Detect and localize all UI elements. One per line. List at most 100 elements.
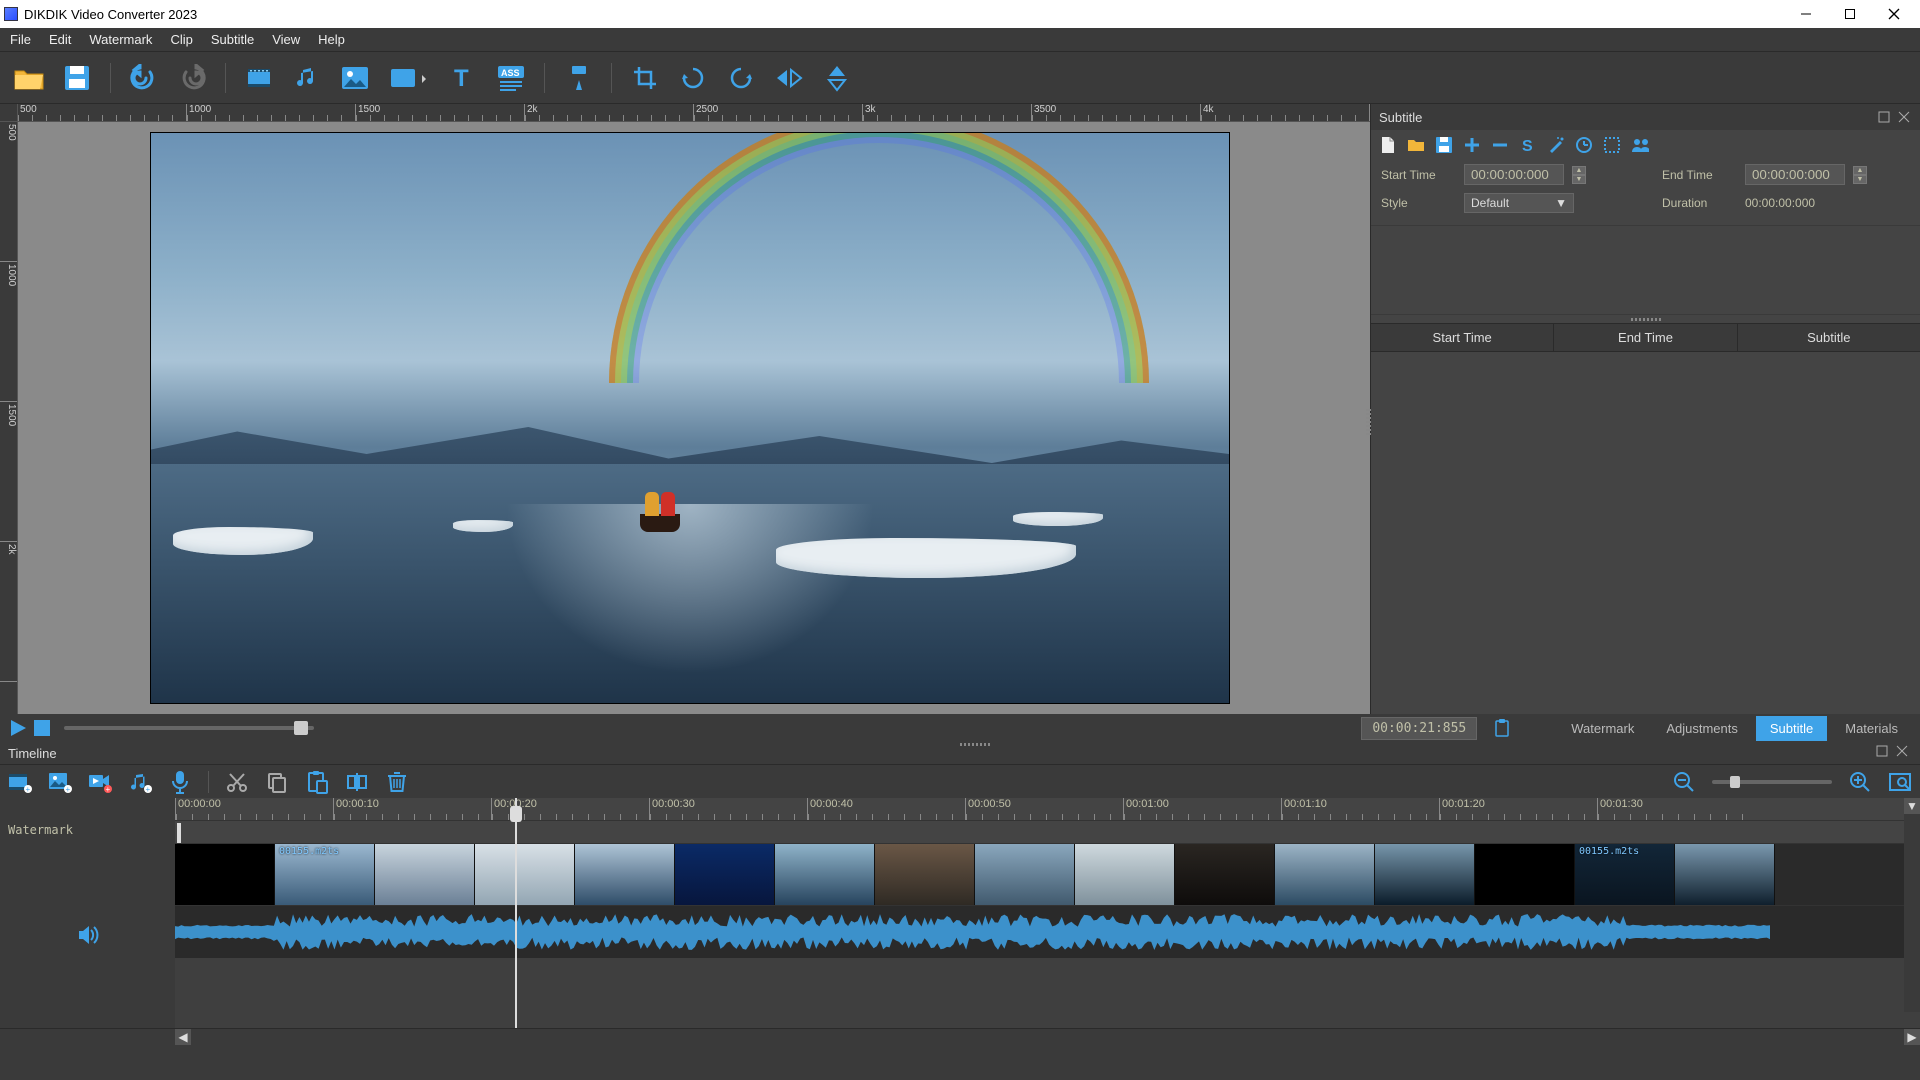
- text-icon[interactable]: T: [446, 61, 480, 95]
- tab-materials[interactable]: Materials: [1831, 716, 1912, 741]
- video-track[interactable]: 00155.m2ts00155.m2ts: [175, 844, 1920, 906]
- timeline-hscroll[interactable]: ◀ ▶: [0, 1028, 1920, 1044]
- panel-close-icon[interactable]: [1896, 109, 1912, 125]
- panel-popout-icon[interactable]: [1876, 109, 1892, 125]
- playhead[interactable]: [515, 798, 517, 1028]
- delete-icon[interactable]: [385, 770, 409, 794]
- image-icon[interactable]: [338, 61, 372, 95]
- video-preview[interactable]: [150, 132, 1230, 704]
- cut-icon[interactable]: [225, 770, 249, 794]
- menu-watermark[interactable]: Watermark: [89, 32, 152, 47]
- crop-icon[interactable]: [628, 61, 662, 95]
- paint-format-icon[interactable]: [561, 61, 595, 95]
- rotate-right-icon[interactable]: [724, 61, 758, 95]
- video-thumbnail[interactable]: [1175, 844, 1275, 905]
- open-folder-icon[interactable]: [12, 61, 46, 95]
- audio-add-icon[interactable]: +: [128, 770, 152, 794]
- video-thumbnail[interactable]: [775, 844, 875, 905]
- end-time-spinner[interactable]: ▲▼: [1853, 166, 1867, 184]
- video-thumbnail[interactable]: [1675, 844, 1775, 905]
- clock-icon[interactable]: [1575, 136, 1593, 154]
- image-add-icon[interactable]: +: [48, 770, 72, 794]
- split-icon[interactable]: [345, 770, 369, 794]
- play-button[interactable]: [8, 718, 28, 738]
- subtitle-table-body[interactable]: [1371, 352, 1920, 714]
- watermark-track[interactable]: [175, 820, 1920, 844]
- panel-resize-grip[interactable]: [1366, 409, 1371, 435]
- menu-help[interactable]: Help: [318, 32, 345, 47]
- zoom-in-icon[interactable]: [1848, 770, 1872, 794]
- rectangle-icon[interactable]: [386, 61, 432, 95]
- video-thumbnail[interactable]: [675, 844, 775, 905]
- seek-slider[interactable]: [64, 726, 314, 730]
- close-button[interactable]: [1872, 0, 1916, 28]
- wand-icon[interactable]: [1547, 136, 1565, 154]
- flip-h-icon[interactable]: [772, 61, 806, 95]
- video-add-icon[interactable]: +: [88, 770, 112, 794]
- subtitle-text-area[interactable]: [1371, 225, 1920, 315]
- tab-adjustments[interactable]: Adjustments: [1652, 716, 1752, 741]
- film-icon[interactable]: [242, 61, 276, 95]
- menu-edit[interactable]: Edit: [49, 32, 71, 47]
- video-thumbnail[interactable]: [175, 844, 275, 905]
- s-style-icon[interactable]: S: [1519, 136, 1537, 154]
- col-subtitle[interactable]: Subtitle: [1738, 324, 1920, 351]
- add-icon[interactable]: [1463, 136, 1481, 154]
- end-time-input[interactable]: [1745, 164, 1845, 185]
- group-icon[interactable]: [1631, 136, 1649, 154]
- undo-icon[interactable]: [127, 61, 161, 95]
- audio-mute-icon[interactable]: [0, 842, 175, 1028]
- menu-subtitle[interactable]: Subtitle: [211, 32, 254, 47]
- style-select[interactable]: Default▼: [1464, 193, 1574, 213]
- maximize-button[interactable]: [1828, 0, 1872, 28]
- preview-area[interactable]: 500 1000 1500 2k 2500 3k 3500 4k 500 100…: [0, 104, 1370, 714]
- scroll-right-icon[interactable]: ▶: [1904, 1029, 1920, 1045]
- subtitle-splitter[interactable]: [1371, 315, 1920, 323]
- film-add-icon[interactable]: +: [8, 770, 32, 794]
- video-thumbnail[interactable]: [475, 844, 575, 905]
- zoom-slider[interactable]: [1712, 780, 1832, 784]
- tab-subtitle[interactable]: Subtitle: [1756, 716, 1827, 741]
- selection-icon[interactable]: [1603, 136, 1621, 154]
- music-icon[interactable]: [290, 61, 324, 95]
- video-thumbnail[interactable]: 00155.m2ts: [1575, 844, 1675, 905]
- ass-subtitle-icon[interactable]: ASS: [494, 61, 528, 95]
- rotate-left-icon[interactable]: [676, 61, 710, 95]
- open-folder-icon[interactable]: [1407, 136, 1425, 154]
- start-time-spinner[interactable]: ▲▼: [1572, 166, 1586, 184]
- menu-view[interactable]: View: [272, 32, 300, 47]
- copy-icon[interactable]: [265, 770, 289, 794]
- timeline-popout-icon[interactable]: [1876, 745, 1892, 761]
- video-thumbnail[interactable]: [875, 844, 975, 905]
- video-thumbnail[interactable]: [1475, 844, 1575, 905]
- paste-icon[interactable]: [305, 770, 329, 794]
- save-icon[interactable]: [60, 61, 94, 95]
- save-icon[interactable]: [1435, 136, 1453, 154]
- remove-icon[interactable]: [1491, 136, 1509, 154]
- timeline-close-icon[interactable]: [1896, 745, 1912, 761]
- timeline-vscroll[interactable]: ▲ ▼: [1904, 798, 1920, 1012]
- tab-watermark[interactable]: Watermark: [1557, 716, 1648, 741]
- mic-icon[interactable]: [168, 770, 192, 794]
- scroll-down-icon[interactable]: ▼: [1904, 798, 1920, 814]
- timeline-ruler[interactable]: 00:00:00 00:00:10 00:00:20 00:00:30 00:0…: [175, 798, 1920, 820]
- new-file-icon[interactable]: [1379, 136, 1397, 154]
- video-thumbnail[interactable]: [375, 844, 475, 905]
- timeline-tracks[interactable]: 00:00:00 00:00:10 00:00:20 00:00:30 00:0…: [175, 798, 1920, 1028]
- video-thumbnail[interactable]: [1375, 844, 1475, 905]
- redo-icon[interactable]: [175, 61, 209, 95]
- minimize-button[interactable]: [1784, 0, 1828, 28]
- zoom-fit-icon[interactable]: [1888, 770, 1912, 794]
- video-thumbnail[interactable]: [575, 844, 675, 905]
- col-start-time[interactable]: Start Time: [1371, 324, 1554, 351]
- audio-track[interactable]: [175, 906, 1920, 958]
- flip-v-icon[interactable]: [820, 61, 854, 95]
- menu-clip[interactable]: Clip: [170, 32, 192, 47]
- video-thumbnail[interactable]: [1275, 844, 1375, 905]
- menu-file[interactable]: File: [10, 32, 31, 47]
- start-time-input[interactable]: [1464, 164, 1564, 185]
- zoom-out-icon[interactable]: [1672, 770, 1696, 794]
- scroll-left-icon[interactable]: ◀: [175, 1029, 191, 1045]
- video-thumbnail[interactable]: [1075, 844, 1175, 905]
- horizontal-splitter[interactable]: [960, 743, 990, 746]
